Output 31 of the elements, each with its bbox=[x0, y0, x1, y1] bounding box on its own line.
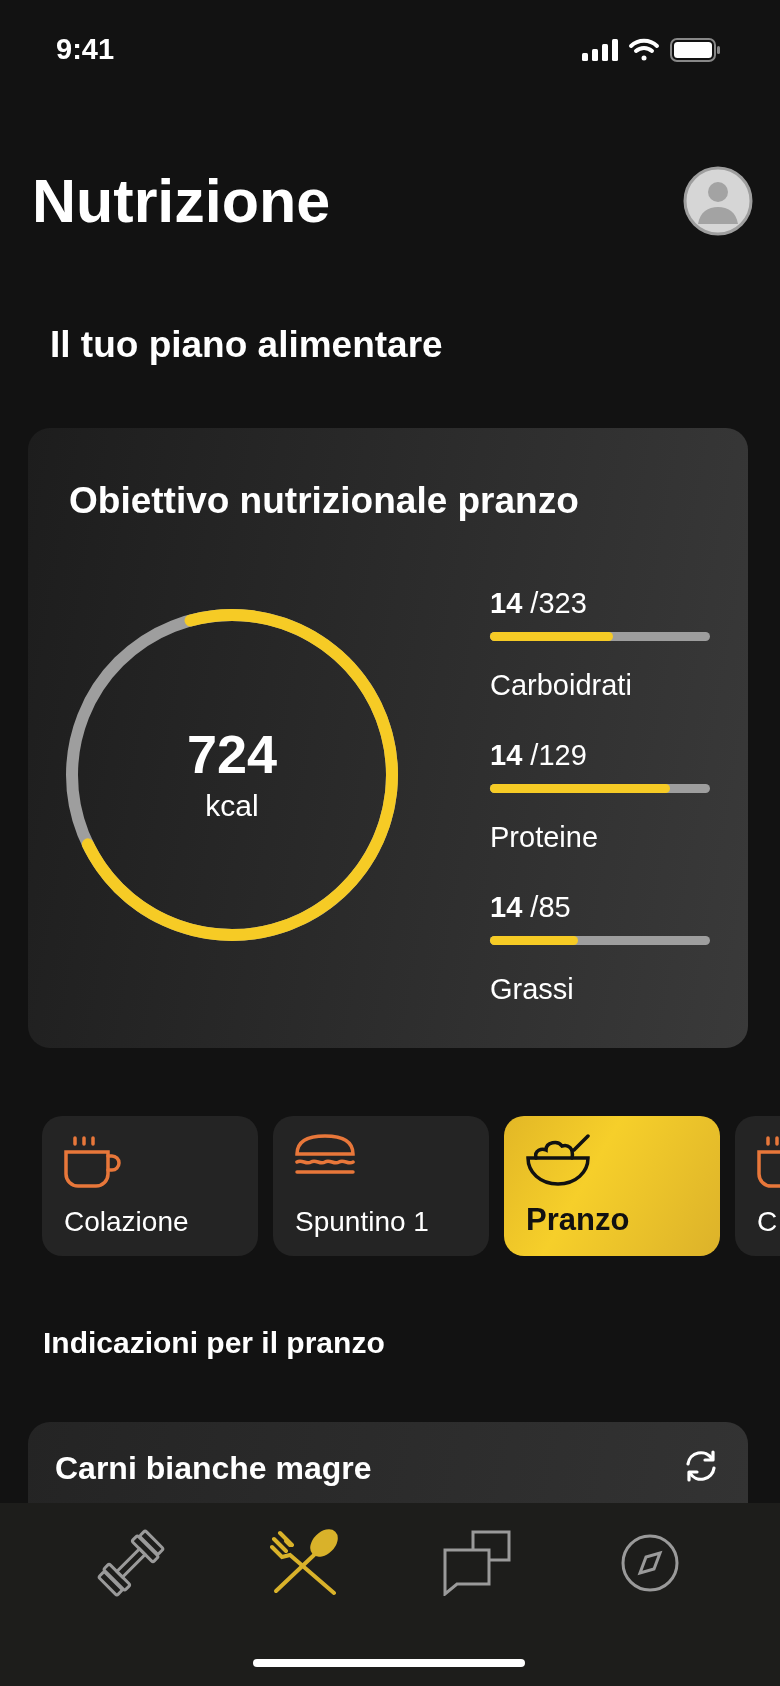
compass-icon bbox=[619, 1533, 680, 1593]
bowl-icon bbox=[526, 1134, 592, 1186]
macro-name: Carboidrati bbox=[490, 669, 633, 702]
card-title: Obiettivo nutrizionale pranzo bbox=[69, 480, 580, 522]
section-title: Il tuo piano alimentare bbox=[50, 324, 444, 366]
macro-name: Grassi bbox=[490, 973, 575, 1006]
wifi-icon bbox=[628, 38, 660, 62]
meal-tab[interactable]: Pranzo bbox=[504, 1116, 720, 1256]
macro-name: Proteine bbox=[490, 821, 599, 854]
signal-icon bbox=[582, 39, 618, 61]
guidance-title: Indicazioni per il pranzo bbox=[43, 1326, 386, 1360]
sandwich-icon bbox=[295, 1134, 355, 1176]
avatar-icon[interactable] bbox=[683, 166, 753, 236]
calorie-value: 724 bbox=[186, 727, 278, 781]
calorie-unit: kcal bbox=[205, 789, 259, 823]
cup-icon bbox=[64, 1134, 124, 1190]
meal-tab[interactable]: Colazione bbox=[42, 1116, 258, 1256]
food-card[interactable]: Carni bianche magre bbox=[28, 1422, 748, 1503]
status-time: 9:41 bbox=[56, 32, 115, 66]
macro-amount: 14 /323 bbox=[490, 587, 588, 620]
page-title: Nutrizione bbox=[32, 166, 331, 236]
meal-tab[interactable]: C bbox=[735, 1116, 780, 1256]
food-name: Carni bianche magre bbox=[55, 1450, 372, 1487]
macro-amount: 14 /85 bbox=[490, 891, 572, 924]
battery-icon bbox=[670, 38, 720, 62]
dumbbell-icon bbox=[95, 1528, 166, 1598]
macro-amount: 14 /129 bbox=[490, 739, 588, 772]
fork-and-spoon-icon bbox=[269, 1529, 338, 1597]
meal-tab[interactable]: Spuntino 1 bbox=[273, 1116, 489, 1256]
chat-bubbles-icon bbox=[442, 1530, 511, 1596]
refresh-icon[interactable] bbox=[684, 1450, 718, 1482]
